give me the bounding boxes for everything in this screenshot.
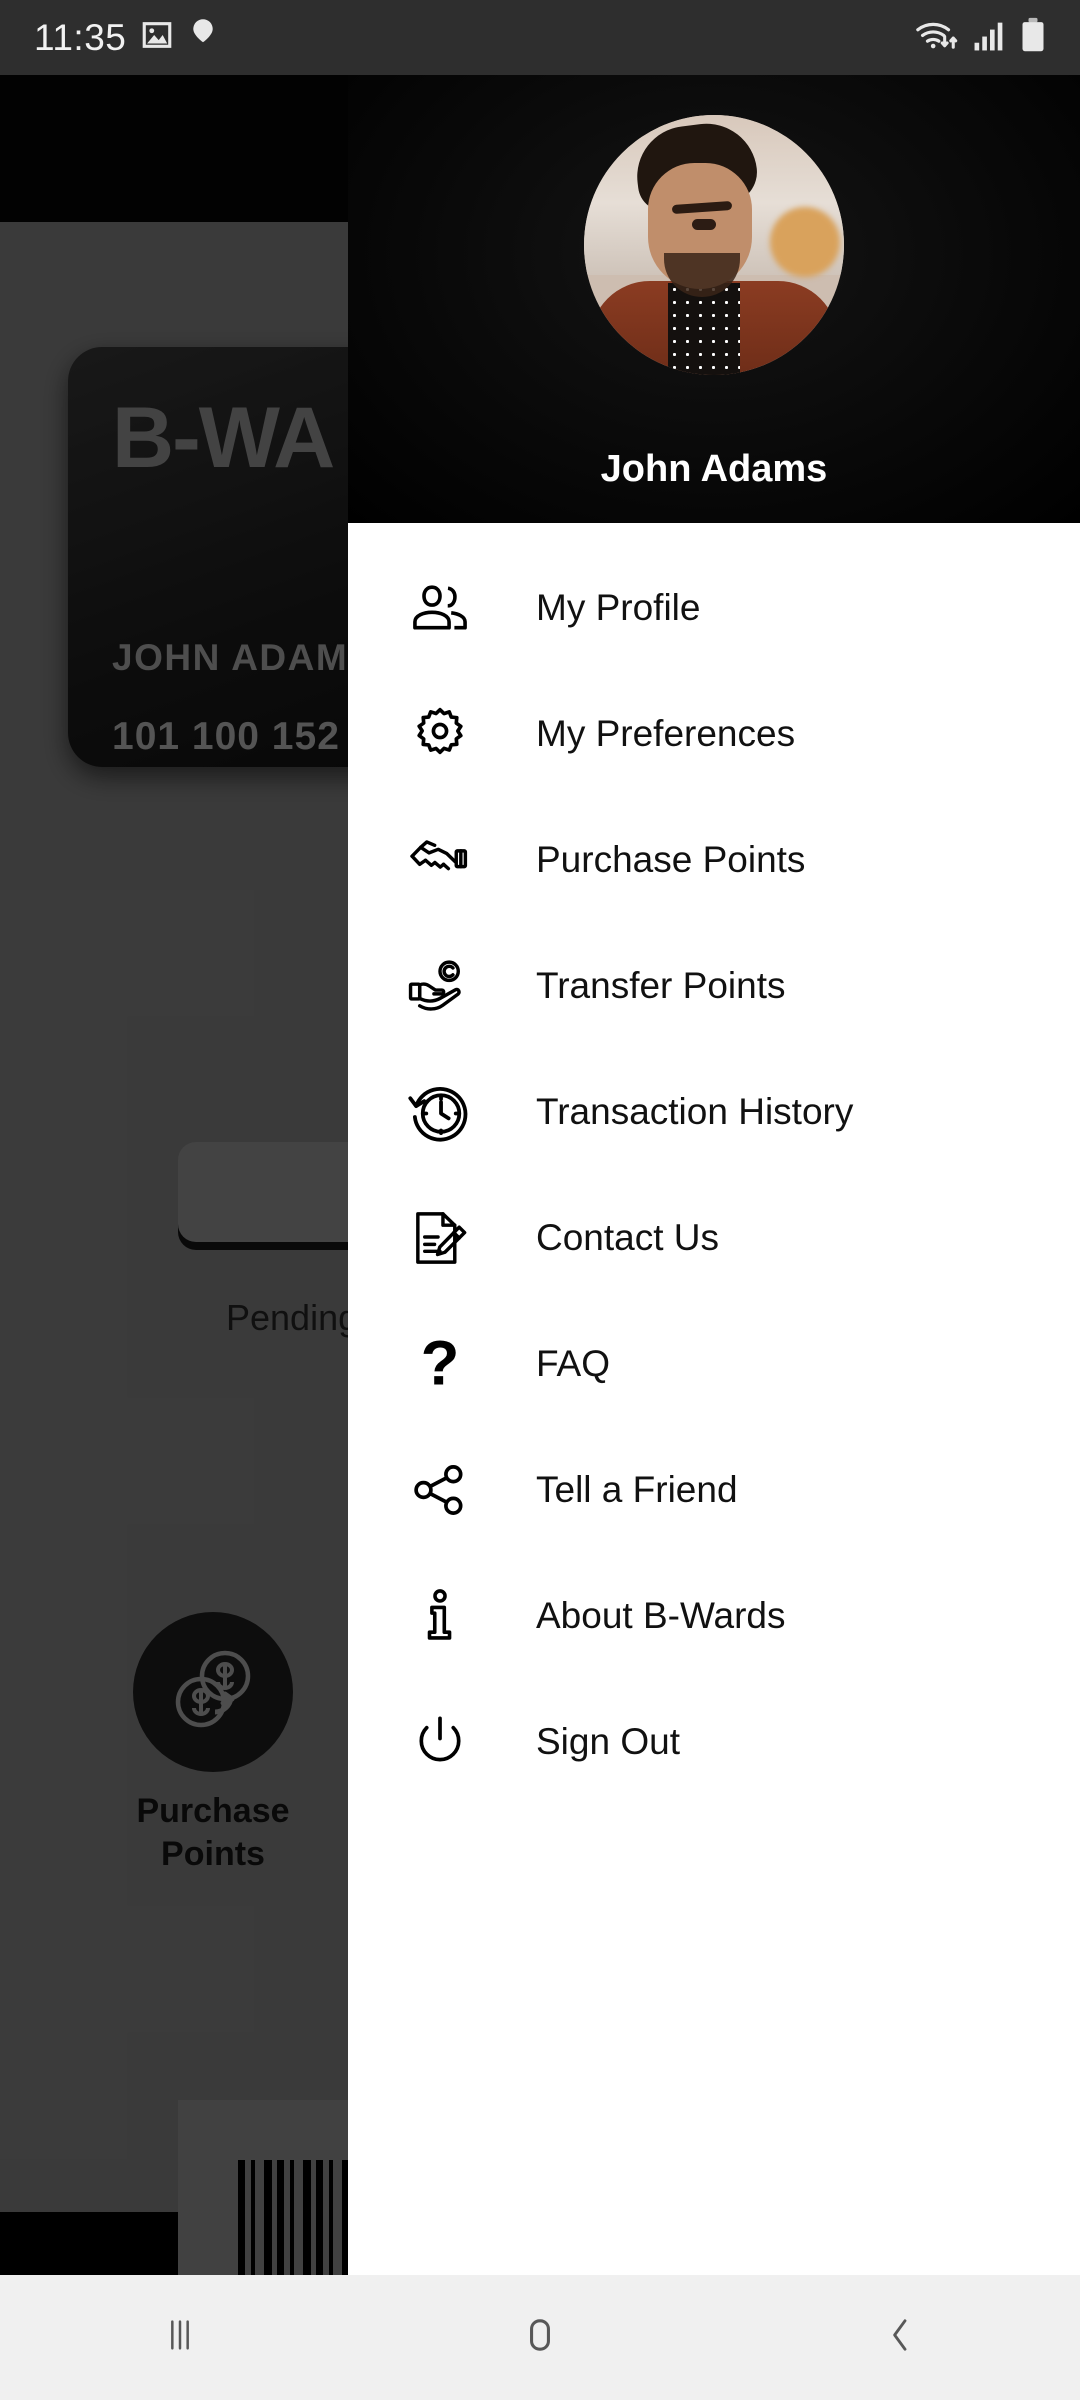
svg-text:?: ? — [421, 1331, 460, 1397]
menu-item-transfer-points[interactable]: Transfer Points — [348, 923, 1080, 1049]
avatar-sun — [770, 207, 840, 277]
navigation-drawer: John Adams My Profile My Preferences Pur… — [348, 75, 1080, 2275]
purchase-points-tile[interactable]: Purchase Points — [103, 1612, 323, 1875]
menu-item-tell-a-friend[interactable]: Tell a Friend — [348, 1427, 1080, 1553]
system-navigation-bar — [0, 2275, 1080, 2400]
recents-button[interactable] — [0, 2312, 360, 2363]
purchase-points-tile-label: Purchase Points — [103, 1790, 323, 1875]
document-pencil-icon — [384, 1197, 496, 1279]
avatar[interactable] — [584, 115, 844, 375]
question-mark-icon: ? — [384, 1323, 496, 1405]
purchase-tile-line1: Purchase — [136, 1792, 290, 1830]
clock: 11:35 — [34, 16, 127, 58]
back-icon — [877, 2312, 923, 2363]
clock-history-icon — [384, 1071, 496, 1153]
menu-item-contact-us[interactable]: Contact Us — [348, 1175, 1080, 1301]
status-bar-right — [914, 16, 1046, 59]
handshake-money-icon — [384, 819, 496, 901]
status-bar: 11:35 — [0, 0, 1080, 75]
wifi-icon — [914, 16, 960, 59]
menu-label-transaction-history: Transaction History — [536, 1091, 854, 1132]
menu-label-about-b-wards: About B-Wards — [536, 1595, 786, 1636]
home-button[interactable] — [360, 2312, 720, 2363]
card-number: 101 100 152 5 — [112, 715, 375, 758]
power-icon — [384, 1701, 496, 1783]
card-holder-name: JOHN ADAMS — [112, 637, 375, 678]
drawer-header: John Adams — [348, 75, 1080, 523]
share-icon — [384, 1449, 496, 1531]
location-pin-icon — [188, 18, 218, 57]
back-button[interactable] — [720, 2312, 1080, 2363]
menu-item-my-profile[interactable]: My Profile — [348, 545, 1080, 671]
drawer-user-name: John Adams — [600, 448, 828, 490]
image-icon — [140, 18, 174, 57]
menu-label-sign-out: Sign Out — [536, 1721, 680, 1762]
menu-label-faq: FAQ — [536, 1343, 611, 1384]
menu-label-transfer-points: Transfer Points — [536, 965, 786, 1006]
avatar-eye — [692, 219, 716, 230]
status-bar-left: 11:35 — [34, 17, 218, 59]
recents-icon — [157, 2312, 203, 2363]
info-icon — [384, 1575, 496, 1657]
menu-item-faq[interactable]: ? FAQ — [348, 1301, 1080, 1427]
drawer-menu: My Profile My Preferences Purchase Point… — [348, 523, 1080, 1805]
menu-item-my-preferences[interactable]: My Preferences — [348, 671, 1080, 797]
cellular-signal-icon — [972, 18, 1008, 57]
gear-icon — [384, 693, 496, 775]
menu-label-tell-a-friend: Tell a Friend — [536, 1469, 738, 1510]
coins-exchange-icon — [133, 1612, 293, 1772]
menu-item-about-b-wards[interactable]: About B-Wards — [348, 1553, 1080, 1679]
purchase-tile-line2: Points — [161, 1834, 265, 1873]
menu-label-contact-us: Contact Us — [536, 1217, 720, 1258]
menu-label-purchase-points: Purchase Points — [536, 839, 806, 880]
menu-item-sign-out[interactable]: Sign Out — [348, 1679, 1080, 1805]
pending-label: Pending — [226, 1297, 359, 1338]
menu-label-my-preferences: My Preferences — [536, 713, 796, 754]
battery-icon — [1020, 17, 1046, 58]
menu-item-transaction-history[interactable]: Transaction History — [348, 1049, 1080, 1175]
home-icon — [517, 2312, 563, 2363]
hand-coin-icon — [384, 945, 496, 1027]
menu-label-my-profile: My Profile — [536, 587, 701, 628]
menu-item-purchase-points[interactable]: Purchase Points — [348, 797, 1080, 923]
people-icon — [384, 567, 496, 649]
